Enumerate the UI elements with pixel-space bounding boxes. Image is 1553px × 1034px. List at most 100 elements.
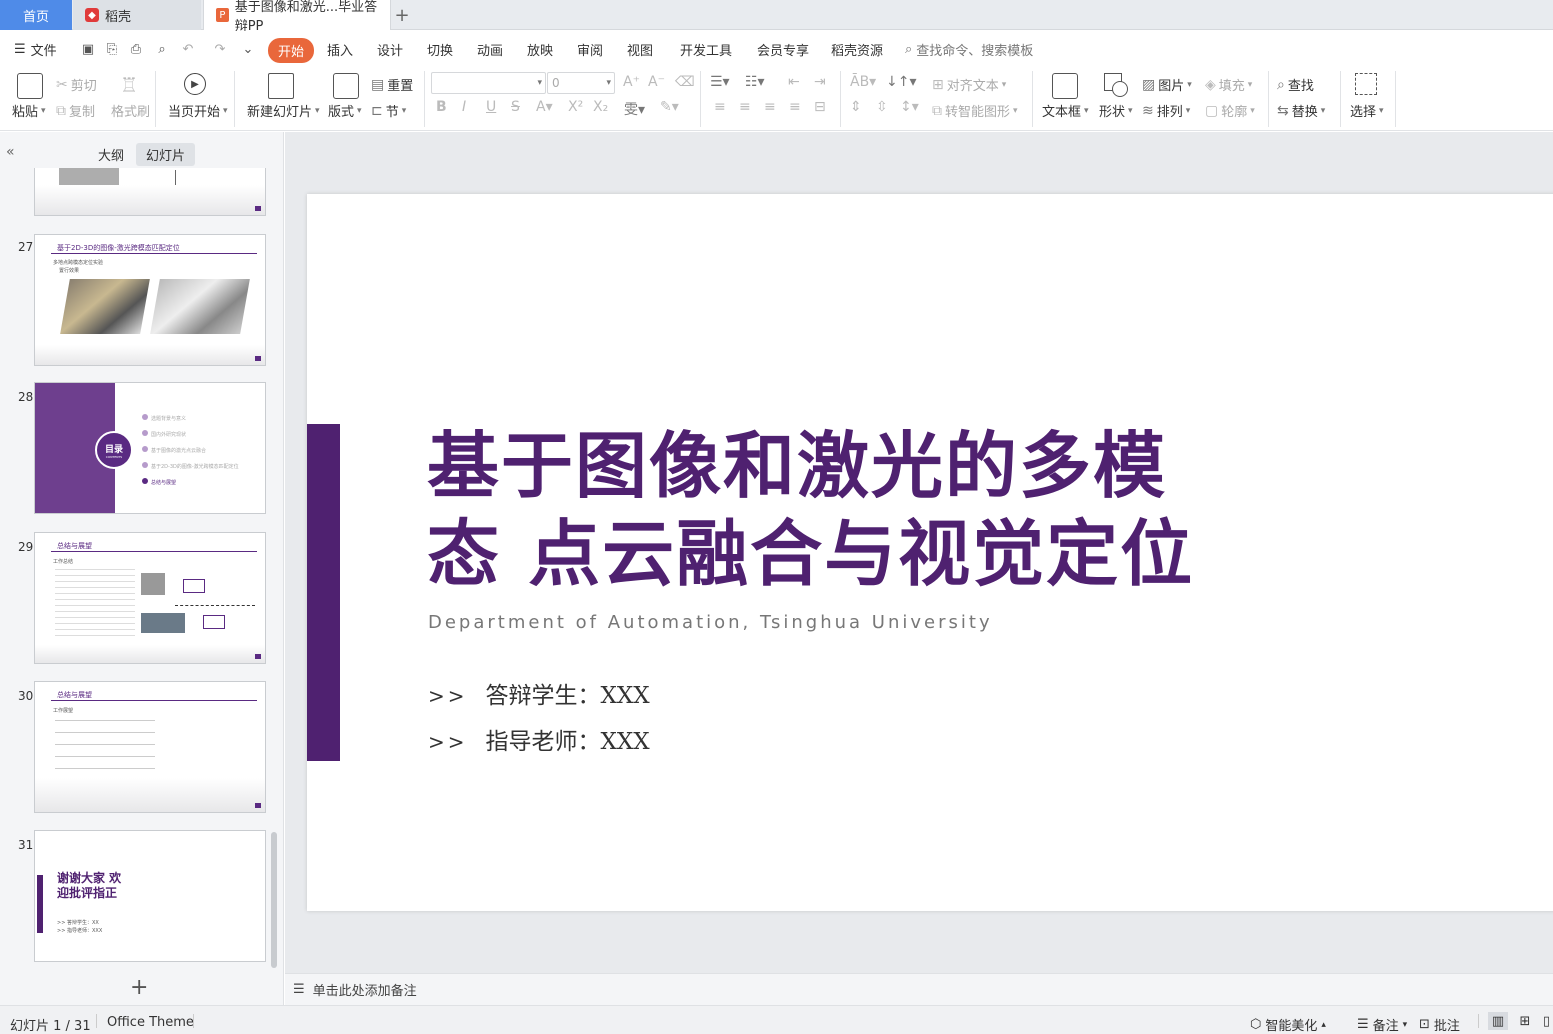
bold-icon[interactable]: B — [436, 99, 447, 115]
menu-review[interactable]: 审阅 — [577, 40, 603, 59]
layout-button[interactable]: 版式 ▾ — [328, 101, 362, 120]
format-painter-button[interactable]: 格式刷 — [111, 101, 150, 120]
superscript-icon[interactable]: X² — [568, 99, 583, 115]
font-family-select[interactable]: ▾ — [431, 72, 546, 94]
menu-member[interactable]: 会员专享 — [757, 40, 809, 59]
status-bar: 幻灯片 1 / 31 Office Theme ⬡ 智能美化 ▴ ☰ 备注 ▾ … — [0, 1005, 1553, 1034]
paste-button[interactable]: 粘贴 ▾ — [12, 101, 46, 120]
bullet-list-icon[interactable]: ☰▾ — [710, 74, 730, 90]
phonetic-guide-icon[interactable]: 雯▾ — [624, 99, 645, 119]
new-slide-button[interactable]: 新建幻灯片 ▾ — [247, 101, 320, 120]
align-right-icon[interactable]: ≡ — [764, 99, 776, 115]
slide-thumbnail-31[interactable]: 谢谢大家 欢迎批评指正 >> 答辩学生：XX >> 指导老师：XXX — [34, 830, 266, 962]
slide-thumbnail-28[interactable]: 目录 CONTENTS 选题背景与意义 国内外研究现状 基于图像的激光点云融合 … — [34, 382, 266, 514]
highlight-icon[interactable]: ✎▾ — [660, 99, 679, 115]
thumbnail-image — [141, 613, 185, 633]
menu-transition[interactable]: 切换 — [427, 40, 453, 59]
reset-button[interactable]: ▤ 重置 — [371, 75, 413, 95]
decrease-font-icon[interactable]: A⁻ — [648, 74, 665, 90]
increase-font-icon[interactable]: A⁺ — [623, 74, 640, 90]
advisor-line[interactable]: >> 指导老师：XXX — [428, 722, 650, 756]
paragraph-spacing-icon[interactable]: ⇳ — [876, 99, 888, 115]
strikethrough-icon[interactable]: S — [511, 99, 520, 115]
menu-daoke-resources[interactable]: 稻壳资源 — [831, 40, 883, 59]
numbered-list-icon[interactable]: ☷▾ — [745, 74, 765, 90]
panel-scrollbar[interactable] — [271, 832, 277, 968]
reading-view-icon[interactable]: ▯ — [1540, 1012, 1553, 1030]
outline-button[interactable]: ▢ 轮廓 ▾ — [1205, 101, 1255, 121]
undo-icon[interactable]: ↶ — [180, 41, 196, 57]
line-spacing-icon[interactable]: ⇕ — [850, 99, 862, 115]
tab-home[interactable]: 首页 — [0, 0, 72, 30]
menu-developer[interactable]: 开发工具 — [680, 40, 732, 59]
smart-beautify-button[interactable]: ⬡ 智能美化 ▴ — [1250, 1015, 1326, 1034]
tab-daoke[interactable]: ◆ 稻壳 — [73, 0, 201, 30]
slide-subtitle[interactable]: Department of Automation, Tsinghua Unive… — [428, 612, 993, 633]
decrease-indent-icon[interactable]: ⇤ — [788, 74, 800, 90]
menu-start[interactable]: 开始 — [268, 38, 315, 63]
find-label: 查找 — [1287, 79, 1314, 94]
section-button[interactable]: ⊏ 节 ▾ — [371, 101, 406, 121]
copy-button[interactable]: ⧉ 复制 — [56, 101, 95, 121]
picture-button[interactable]: ▨ 图片 ▾ — [1142, 75, 1192, 95]
slide-thumbnail-26[interactable] — [34, 168, 266, 216]
subscript-icon[interactable]: X₂ — [593, 99, 608, 115]
save-icon[interactable]: ▣ — [80, 41, 96, 57]
menu-slideshow[interactable]: 放映 — [527, 40, 553, 59]
tab-current-file[interactable]: P 基于图像和激光...毕业答辩PP — [203, 0, 391, 34]
redo-icon[interactable]: ↷ — [212, 41, 228, 57]
slide-title[interactable]: 基于图像和激光的多模态 点云融合与视觉定位 — [427, 422, 1207, 598]
menu-animation[interactable]: 动画 — [477, 40, 503, 59]
print-icon[interactable]: ⎙ — [128, 41, 144, 57]
arrange-button[interactable]: ≋ 排列 ▾ — [1142, 101, 1190, 121]
print-preview-icon[interactable]: ⌕ — [154, 41, 170, 57]
menu-view[interactable]: 视图 — [627, 40, 653, 59]
menu-design[interactable]: 设计 — [377, 40, 403, 59]
replace-button[interactable]: ⇆ 替换 ▾ — [1277, 101, 1325, 121]
slide-thumbnail-27[interactable]: 基于2D-3D的图像-激光跨模态匹配定位 多地点跨模态定位实验 置行效果 — [34, 234, 266, 366]
current-slide[interactable]: 基于图像和激光的多模态 点云融合与视觉定位 Department of Auto… — [307, 194, 1553, 911]
align-left-icon[interactable]: ≡ — [714, 99, 726, 115]
add-slide-button[interactable]: + — [130, 975, 148, 1000]
collapse-panel-icon[interactable]: « — [6, 144, 15, 160]
comments-button[interactable]: ⊡ 批注 — [1419, 1015, 1460, 1034]
student-line[interactable]: >> 答辩学生：XXX — [428, 676, 650, 710]
distribute-icon[interactable]: ⊟ — [814, 99, 826, 115]
menu-insert[interactable]: 插入 — [327, 40, 353, 59]
play-from-current-button[interactable]: 当页开始 ▾ — [168, 101, 228, 120]
new-tab-button[interactable]: + — [392, 3, 412, 27]
convert-smartart-button[interactable]: ⧉ 转智能图形 ▾ — [932, 101, 1018, 121]
shape-button[interactable]: 形状 ▾ — [1099, 101, 1133, 120]
cut-button[interactable]: ✂ 剪切 — [56, 75, 97, 95]
customize-toolbar-icon[interactable]: ⌄ — [240, 41, 256, 57]
clear-format-icon[interactable]: ⌫ — [675, 74, 695, 90]
font-color-icon[interactable]: A▾ — [536, 99, 553, 115]
font-size-select[interactable]: 0 ▾ — [547, 72, 615, 94]
command-search[interactable]: ⌕ 查找命令、搜索模板 — [905, 40, 1033, 59]
notes-toggle-button[interactable]: ☰ 备注 ▾ — [1357, 1015, 1407, 1034]
find-button[interactable]: ⌕ 查找 — [1277, 75, 1314, 95]
paste-icon[interactable] — [17, 73, 43, 99]
normal-view-icon[interactable]: ▥ — [1488, 1012, 1508, 1030]
align-center-icon[interactable]: ≡ — [739, 99, 751, 115]
align-text-button[interactable]: ⊞ 对齐文本 ▾ — [932, 75, 1006, 95]
file-menu[interactable]: ☰ 文件 — [14, 40, 57, 59]
fill-button[interactable]: ◈ 填充 ▾ — [1205, 75, 1252, 95]
slide-thumbnail-30[interactable]: 总结与展望 工作展望 — [34, 681, 266, 813]
slide-thumbnail-29[interactable]: 总结与展望 工作总结 — [34, 532, 266, 664]
slides-tab[interactable]: 幻灯片 — [136, 143, 196, 166]
sort-icon[interactable]: ↓↑▾ — [886, 74, 917, 90]
notes-pane[interactable]: ☰ 单击此处添加备注 — [285, 973, 1553, 1005]
textbox-button[interactable]: 文本框 ▾ — [1042, 101, 1089, 120]
export-pdf-icon[interactable]: ⎘ — [104, 41, 120, 57]
convert-smartart-label: 转智能图形 — [945, 105, 1011, 120]
justify-icon[interactable]: ≡ — [789, 99, 801, 115]
spacing-options-icon[interactable]: ↕▾ — [900, 99, 919, 115]
underline-icon[interactable]: U — [486, 99, 496, 115]
italic-icon[interactable]: I — [462, 99, 466, 115]
select-button[interactable]: 选择 ▾ — [1350, 101, 1384, 120]
increase-indent-icon[interactable]: ⇥ — [814, 74, 826, 90]
outline-tab[interactable]: 大纲 — [98, 145, 124, 164]
slide-sorter-view-icon[interactable]: ⊞ — [1516, 1012, 1534, 1030]
text-direction-icon[interactable]: ĀB▾ — [850, 74, 876, 90]
